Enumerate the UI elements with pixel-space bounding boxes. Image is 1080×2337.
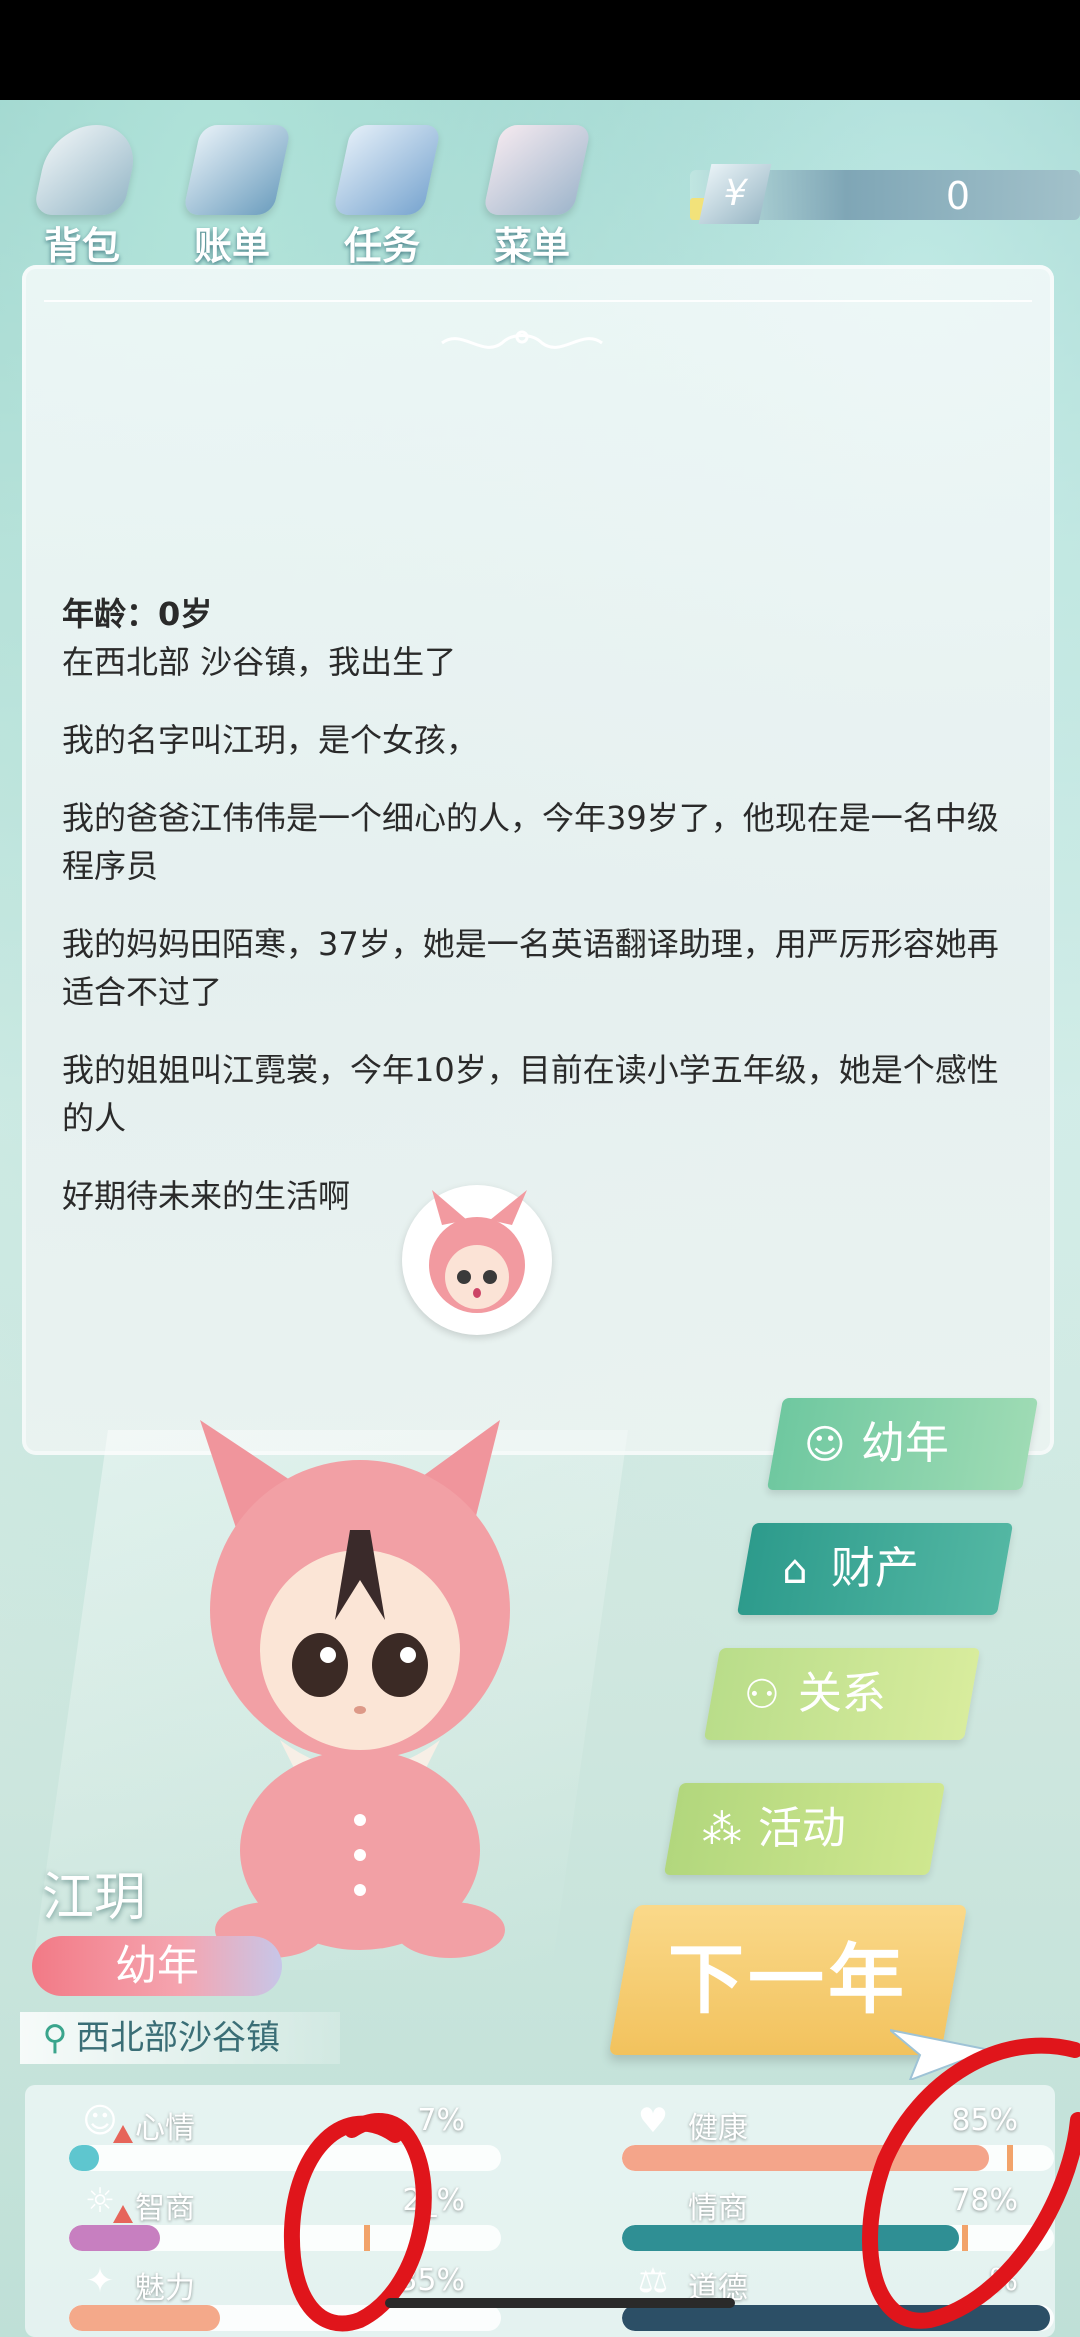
yen-icon: ¥ bbox=[698, 164, 772, 224]
scale-icon: ⚖ bbox=[637, 2261, 669, 2301]
character-name: 江玥 bbox=[42, 1868, 147, 1928]
story-text: 年龄：0岁 在西北部 沙谷镇，我出生了 我的名字叫江玥，是个女孩， 我的爸爸江伟… bbox=[62, 590, 1022, 1250]
character-head-sticker bbox=[402, 1185, 552, 1335]
stat-percent: 85% bbox=[951, 2103, 1018, 2138]
stat-percent: 7% bbox=[417, 2103, 465, 2138]
bill-label: 账单 bbox=[193, 224, 270, 268]
age-line: 年龄：0岁 bbox=[62, 595, 213, 633]
task-icon bbox=[332, 125, 442, 215]
sparkle-icon: ✦ bbox=[85, 2261, 115, 2301]
paper-plane-icon bbox=[890, 2029, 990, 2080]
activity-label: 活动 bbox=[757, 1803, 846, 1854]
stat-marker bbox=[1007, 2145, 1013, 2171]
stat-percent: _% bbox=[974, 2263, 1018, 2298]
bill-button[interactable]: 账单 bbox=[172, 120, 292, 268]
stat-morality: ⚖ 道德 _% bbox=[588, 2255, 1054, 2331]
stat-marker bbox=[962, 2225, 968, 2251]
people-icon: ⚇ bbox=[743, 1672, 780, 1718]
stat-mood: ☺ 心情 7% bbox=[35, 2095, 501, 2171]
ornament-icon bbox=[441, 330, 603, 349]
home-indicator[interactable] bbox=[385, 2298, 735, 2308]
stat-percent: 78% bbox=[951, 2183, 1018, 2218]
stat-eq: 情商 78% bbox=[588, 2175, 1054, 2251]
stat-fill bbox=[69, 2305, 221, 2331]
warning-icon bbox=[113, 2205, 133, 2223]
stat-fill bbox=[622, 2225, 959, 2251]
life-stage-badge: 幼年 bbox=[32, 1936, 282, 1996]
stat-bar bbox=[622, 2145, 1054, 2171]
stat-fill bbox=[69, 2145, 100, 2171]
menu-button[interactable]: 菜单 bbox=[472, 120, 592, 268]
bag-button[interactable]: 背包 bbox=[22, 120, 142, 268]
stat-label: 健康 bbox=[688, 2111, 748, 2146]
stat-fill bbox=[622, 2305, 1050, 2331]
apple-icon bbox=[632, 2180, 674, 2222]
bag-icon bbox=[32, 125, 142, 215]
task-label: 任务 bbox=[343, 224, 420, 268]
stat-fill bbox=[622, 2145, 990, 2171]
relations-button[interactable]: ⚇ 关系 bbox=[703, 1648, 981, 1740]
stat-label: 智商 bbox=[135, 2191, 195, 2226]
story-panel: 年龄：0岁 在西北部 沙谷镇，我出生了 我的名字叫江玥，是个女孩， 我的爸爸江伟… bbox=[22, 265, 1054, 1455]
stat-health: ♥ 健康 85% bbox=[588, 2095, 1054, 2171]
menu-label: 菜单 bbox=[493, 224, 570, 268]
warning-icon bbox=[113, 2125, 133, 2143]
story-paragraph: 我的姐姐叫江霓裳，今年10岁，目前在读小学五年级，她是个感性的人 bbox=[62, 1051, 999, 1137]
baby-icon: ☺ bbox=[804, 1422, 846, 1468]
stat-percent: 2_% bbox=[402, 2183, 465, 2218]
relations-label: 关系 bbox=[797, 1668, 886, 1719]
character-figure[interactable] bbox=[170, 1400, 550, 1960]
stat-bar bbox=[622, 2305, 1054, 2331]
stat-iq: ☼ 智商 2_% bbox=[35, 2175, 501, 2251]
stat-bar bbox=[622, 2225, 1054, 2251]
story-paragraph: 在西北部 沙谷镇，我出生了 bbox=[62, 643, 457, 681]
stat-bar bbox=[69, 2145, 501, 2171]
story-paragraph: 我的爸爸江伟伟是一个细心的人，今年39岁了，他现在是一名中级程序员 bbox=[62, 799, 999, 885]
location-text: 西北部沙谷镇 bbox=[76, 2018, 280, 2058]
location-label: ⚲ 西北部沙谷镇 bbox=[20, 2012, 340, 2064]
assets-button[interactable]: ⌂ 财产 bbox=[736, 1523, 1014, 1615]
stat-percent: 35% bbox=[398, 2263, 465, 2298]
bag-label: 背包 bbox=[43, 224, 120, 268]
stat-marker bbox=[364, 2225, 370, 2251]
youth-label: 幼年 bbox=[860, 1418, 949, 1469]
menu-icon bbox=[482, 125, 592, 215]
stat-bar bbox=[69, 2225, 501, 2251]
story-paragraph: 我的名字叫江玥，是个女孩， bbox=[62, 721, 479, 759]
assets-label: 财产 bbox=[830, 1543, 919, 1594]
heart-icon: ♥ bbox=[637, 2101, 669, 2141]
task-button[interactable]: 任务 bbox=[322, 120, 442, 268]
stat-charm: ✦ 魅力 35% bbox=[35, 2255, 501, 2331]
stat-label: 魅力 bbox=[135, 2271, 195, 2306]
money-display: ¥ 0 bbox=[690, 164, 1080, 224]
activity-button[interactable]: ⁂ 活动 bbox=[663, 1783, 946, 1875]
stat-fill bbox=[69, 2225, 160, 2251]
house-icon: ⌂ bbox=[782, 1547, 808, 1593]
story-paragraph: 我的妈妈田陌寒，37岁，她是一名英语翻译助理，用严厉形容她再适合不过了 bbox=[62, 925, 999, 1011]
youth-button[interactable]: ☺ 幼年 bbox=[766, 1398, 1039, 1490]
molecule-icon: ⁂ bbox=[701, 1807, 742, 1853]
stat-label: 心情 bbox=[135, 2111, 195, 2146]
stat-bar bbox=[69, 2305, 501, 2331]
location-pin-icon: ⚲ bbox=[42, 2018, 68, 2058]
stat-label: 情商 bbox=[688, 2191, 748, 2226]
money-value: 0 bbox=[945, 174, 970, 218]
bill-icon bbox=[182, 125, 292, 215]
